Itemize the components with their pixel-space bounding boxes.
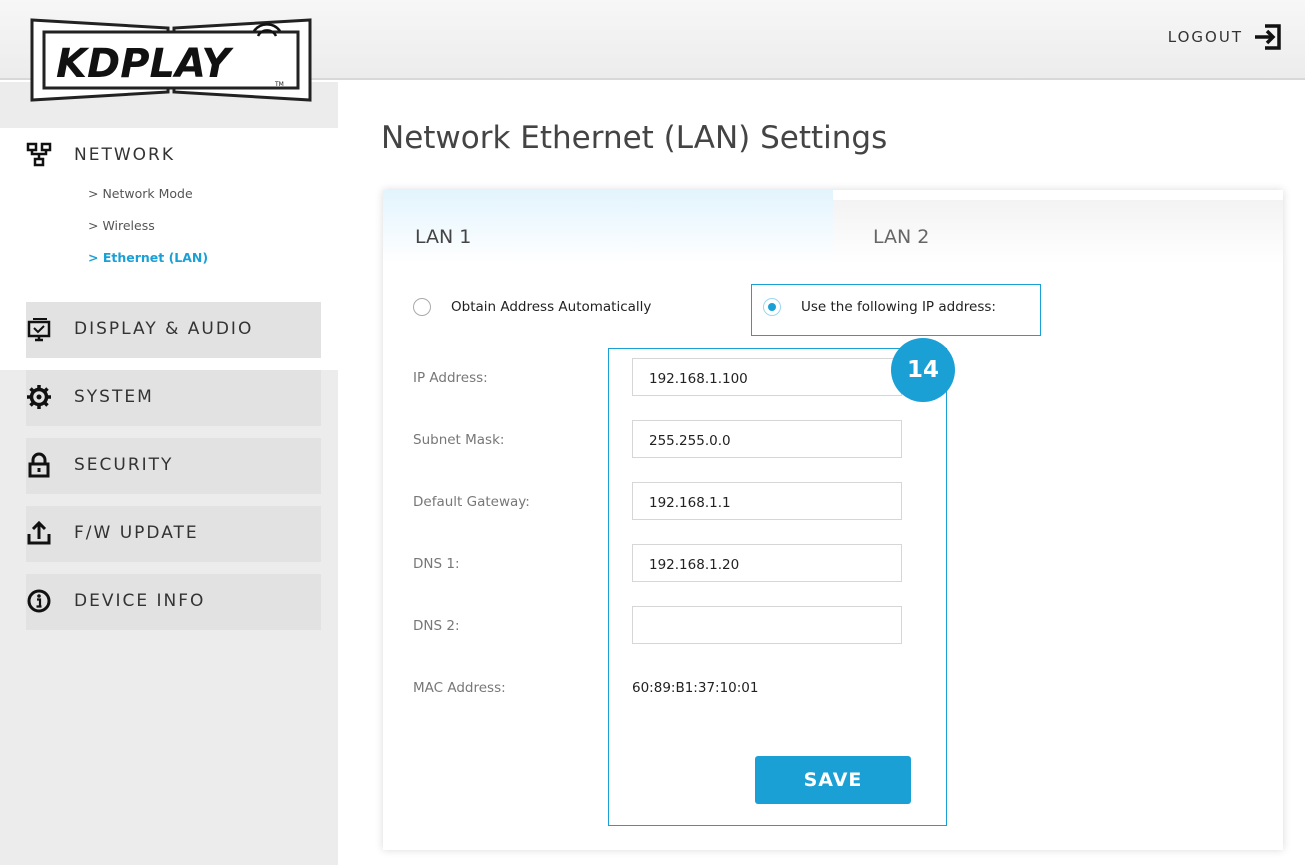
subnet-mask-label: Subnet Mask:: [413, 432, 505, 448]
sidebar-item-security[interactable]: SECURITY: [26, 438, 321, 494]
monitor-icon: [27, 318, 51, 342]
logout-button[interactable]: LOGOUT: [1168, 22, 1283, 52]
radio-highlight-box: [751, 284, 1041, 336]
logout-label: LOGOUT: [1167, 28, 1243, 46]
tab-lan1-label: LAN 1: [415, 226, 472, 248]
info-icon: [27, 589, 51, 613]
save-button[interactable]: SAVE: [755, 756, 911, 804]
tab-lan1[interactable]: LAN 1: [383, 190, 833, 264]
tab-lan2-label: LAN 2: [873, 226, 930, 248]
sidebar-item-label: SYSTEM: [74, 387, 154, 407]
sidebar-subitem-wireless[interactable]: > Wireless: [88, 218, 155, 233]
lock-icon: [28, 452, 50, 478]
radio-auto[interactable]: [413, 298, 431, 316]
ip-address-label: IP Address:: [413, 370, 488, 386]
svg-text:TM: TM: [274, 81, 284, 88]
sidebar-item-label: DISPLAY & AUDIO: [74, 319, 254, 339]
callout-badge: 14: [891, 338, 955, 402]
sidebar-subitem-network-mode[interactable]: > Network Mode: [88, 186, 193, 201]
default-gateway-input[interactable]: 192.168.1.1: [632, 482, 902, 520]
mac-address-value: 60:89:B1:37:10:01: [632, 680, 759, 696]
dns1-input[interactable]: 192.168.1.20: [632, 544, 902, 582]
dns2-label: DNS 2:: [413, 618, 460, 634]
kdplay-logo: KDPLAY TM: [30, 18, 312, 102]
radio-auto-label: Obtain Address Automatically: [451, 299, 652, 315]
dns1-label: DNS 1:: [413, 556, 460, 572]
dns2-input[interactable]: [632, 606, 902, 644]
logout-icon: [1255, 24, 1281, 50]
sidebar-item-fw-update[interactable]: F/W UPDATE: [26, 506, 321, 562]
gear-icon: [27, 385, 51, 409]
sidebar-item-label: F/W UPDATE: [74, 523, 199, 543]
mac-address-label: MAC Address:: [413, 680, 506, 696]
tab-lan2[interactable]: LAN 2: [833, 200, 1283, 264]
sidebar-item-display-audio[interactable]: DISPLAY & AUDIO: [26, 302, 321, 358]
sidebar-item-system[interactable]: SYSTEM: [26, 370, 321, 426]
sidebar-subitem-ethernet[interactable]: > Ethernet (LAN): [88, 250, 208, 265]
page-title: Network Ethernet (LAN) Settings: [381, 120, 888, 156]
subnet-mask-input[interactable]: 255.255.0.0: [632, 420, 902, 458]
sidebar: NETWORK > Network Mode > Wireless > Ethe…: [0, 82, 338, 865]
sidebar-item-label: NETWORK: [74, 145, 175, 165]
sidebar-item-label: SECURITY: [74, 455, 174, 475]
sidebar-item-label: DEVICE INFO: [74, 591, 206, 611]
radio-obtain-automatically[interactable]: Obtain Address Automatically: [413, 298, 651, 316]
ip-address-input[interactable]: 192.168.1.100: [632, 358, 902, 396]
default-gateway-label: Default Gateway:: [413, 494, 530, 510]
network-icon: [26, 142, 52, 167]
svg-text:KDPLAY: KDPLAY: [56, 41, 234, 87]
upload-icon: [27, 520, 51, 545]
sidebar-item-device-info[interactable]: DEVICE INFO: [26, 574, 321, 630]
sidebar-item-network[interactable]: NETWORK: [26, 142, 175, 168]
